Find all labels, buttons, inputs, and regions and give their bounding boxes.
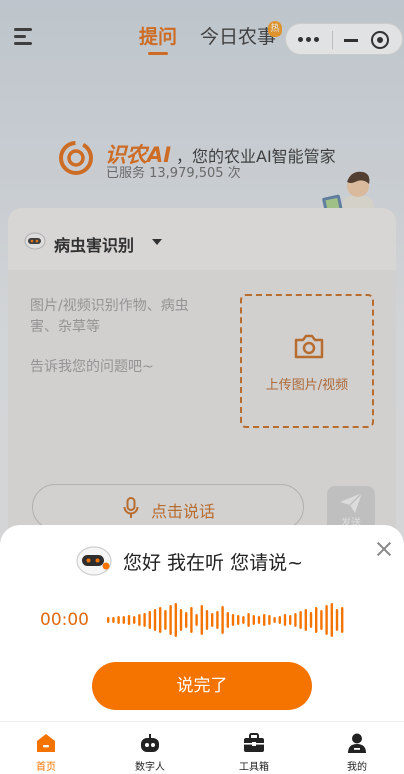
waveform-bar xyxy=(112,617,115,623)
toolbox-icon xyxy=(244,733,264,752)
home-icon xyxy=(37,734,55,752)
waveform-bar xyxy=(159,607,162,633)
waveform-bar xyxy=(315,607,318,633)
waveform-bar xyxy=(127,615,131,625)
robot-icon xyxy=(76,546,112,576)
waveform-bar xyxy=(107,617,110,623)
finish-speaking-button[interactable]: 说完了 xyxy=(92,662,312,710)
waveform-bar xyxy=(330,603,333,637)
waveform-bar xyxy=(211,613,214,627)
waveform-bar xyxy=(325,605,328,635)
close-icon[interactable] xyxy=(376,541,392,557)
tab-home[interactable]: 首页 xyxy=(16,732,76,773)
waveform-bar xyxy=(242,616,245,624)
waveform-bar xyxy=(231,614,235,626)
waveform-bar xyxy=(143,613,146,627)
tab-toolbox[interactable]: 工具箱 xyxy=(224,732,284,773)
waveform-bar xyxy=(122,616,125,624)
waveform-bar xyxy=(179,609,183,631)
waveform-bar xyxy=(278,616,281,624)
waveform-bar xyxy=(320,610,323,630)
waveform-bar xyxy=(304,609,307,631)
waveform-bar xyxy=(237,615,240,625)
waveform-bar xyxy=(195,614,198,626)
waveform-bar xyxy=(190,607,193,633)
listening-prompt: 您好 我在听 您请说~ xyxy=(123,552,303,574)
waveform-bar xyxy=(117,616,120,624)
waveform-bar xyxy=(216,611,219,629)
waveform-bar xyxy=(138,614,141,626)
waveform-bar xyxy=(309,612,313,628)
waveform-bar xyxy=(294,613,297,627)
waveform-bar xyxy=(133,616,136,624)
user-icon xyxy=(348,733,366,753)
robot-icon xyxy=(141,734,159,752)
bottom-tab-bar: 首页 数字人 工具箱 我的 xyxy=(0,721,404,774)
tab-label: 我的 xyxy=(347,762,367,773)
tab-profile[interactable]: 我的 xyxy=(327,732,387,773)
waveform-bar xyxy=(335,609,339,631)
waveform-bar xyxy=(247,613,250,627)
waveform-bar xyxy=(169,605,172,635)
waveform-bar xyxy=(174,603,177,637)
waveform-bar xyxy=(226,612,229,628)
waveform-bar xyxy=(299,611,302,629)
tab-label: 首页 xyxy=(36,762,56,773)
audio-waveform xyxy=(107,603,344,637)
waveform-bar xyxy=(268,615,271,625)
waveform-bar xyxy=(341,607,344,633)
waveform-bar xyxy=(148,611,151,629)
waveform-bar xyxy=(257,616,261,624)
waveform-bar xyxy=(185,612,188,628)
waveform-bar xyxy=(252,615,255,625)
waveform-bar xyxy=(200,605,203,635)
tab-label: 数字人 xyxy=(135,762,165,773)
waveform-bar xyxy=(263,614,266,626)
waveform-bar xyxy=(289,615,292,625)
tab-digital-human[interactable]: 数字人 xyxy=(120,732,180,773)
tab-label: 工具箱 xyxy=(239,762,269,773)
waveform-bar xyxy=(283,614,287,626)
waveform-bar xyxy=(221,606,224,634)
waveform-bar xyxy=(273,617,276,623)
waveform-bar xyxy=(153,609,157,631)
waveform-bar xyxy=(205,610,209,630)
recording-timer: 00:00 xyxy=(40,610,89,630)
waveform-bar xyxy=(164,610,167,630)
